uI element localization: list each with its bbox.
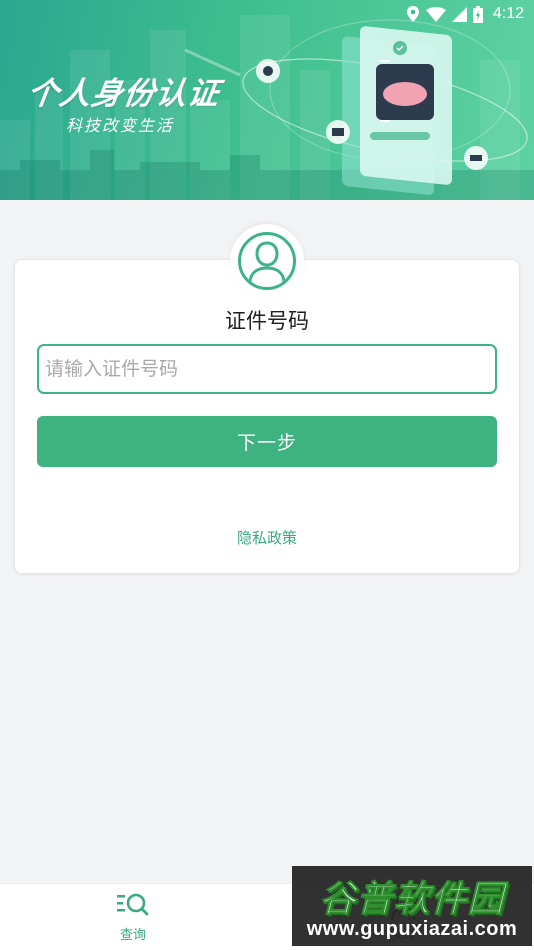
app-screen: 个人身份认证 科技改变生活 4:12 证件号码 请输入证件号码 下一步 隐私政策… (0, 0, 534, 950)
status-time: 4:12 (492, 5, 524, 22)
cell-signal-icon (451, 6, 467, 22)
id-card-illustration (242, 19, 528, 195)
avatar (230, 224, 304, 298)
privacy-policy-link[interactable]: 隐私政策 (0, 527, 534, 548)
battery-charging-icon (472, 5, 483, 23)
search-list-icon (117, 892, 149, 920)
nav-item-query[interactable]: 查询 (100, 884, 166, 950)
id-number-input[interactable] (37, 344, 497, 394)
wifi-icon (425, 6, 446, 22)
watermark-logo: 谷普软件园 www.gupuxiazai.com (292, 866, 532, 946)
watermark-title: 谷普软件园 (319, 879, 505, 921)
person-avatar-icon (238, 232, 296, 290)
id-number-label: 证件号码 (225, 309, 309, 333)
next-step-button[interactable]: 下一步 (37, 416, 497, 467)
nav-label-query: 查询 (119, 928, 146, 943)
location-icon (406, 6, 420, 22)
hero-title: 个人身份认证 (24, 76, 223, 112)
status-bar: 4:12 (0, 0, 534, 28)
hero-banner: 个人身份认证 科技改变生活 4:12 (0, 0, 534, 200)
watermark-url: www.gupuxiazai.com (306, 918, 518, 940)
hero-subtitle: 科技改变生活 (66, 116, 175, 135)
